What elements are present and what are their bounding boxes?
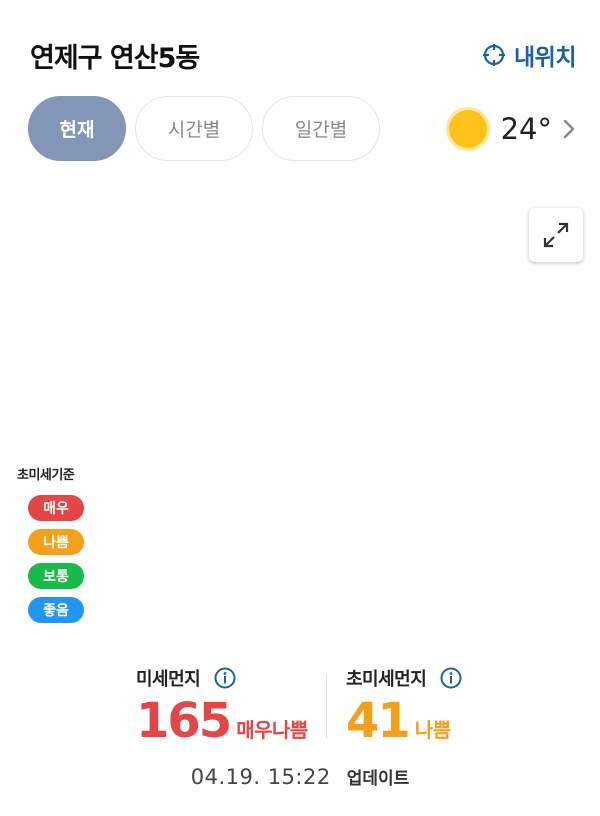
update-label: 업데이트 bbox=[346, 769, 410, 789]
chevron-right-icon bbox=[563, 119, 575, 139]
pm-legend: 초미세기준 매우 나쁨 보통 좋음 bbox=[17, 464, 99, 631]
expand-map-button[interactable] bbox=[529, 208, 583, 262]
crosshair-icon bbox=[483, 44, 506, 66]
pm25-block: 초미세먼지 41 나쁨 bbox=[346, 664, 462, 748]
pm10-label: 미세먼지 bbox=[136, 669, 201, 690]
info-icon[interactable] bbox=[214, 667, 236, 689]
my-location-label: 내위치 bbox=[514, 45, 576, 71]
legend-very-bad: 매우 bbox=[28, 495, 84, 521]
pm25-label: 초미세먼지 bbox=[346, 669, 427, 690]
my-location-button[interactable]: 내위치 bbox=[482, 38, 576, 72]
tab-bar: 현재 시간별 일간별 bbox=[28, 96, 380, 161]
pm25-grade: 나쁨 bbox=[414, 718, 451, 742]
pm10-value: 165 bbox=[136, 693, 232, 749]
tab-daily[interactable]: 일간별 bbox=[262, 96, 380, 161]
pm10-block: 미세먼지 165 매우나쁨 bbox=[136, 664, 308, 748]
location-title: 연제구 연산5동 bbox=[30, 43, 200, 74]
sun-icon bbox=[448, 110, 487, 148]
legend-normal: 보통 bbox=[28, 563, 84, 589]
update-info: 04.19. 15:22 업데이트 bbox=[0, 764, 600, 789]
dust-panel: 미세먼지 165 매우나쁨 초미세먼지 41 나쁨 bbox=[0, 664, 600, 748]
weather-summary[interactable]: 24° bbox=[448, 110, 576, 148]
divider bbox=[326, 674, 327, 738]
info-icon[interactable] bbox=[440, 667, 462, 689]
tab-current[interactable]: 현재 bbox=[28, 96, 126, 161]
tab-hourly[interactable]: 시간별 bbox=[135, 96, 253, 161]
legend-title: 초미세기준 bbox=[17, 468, 75, 483]
pm10-grade: 매우나쁨 bbox=[236, 718, 308, 742]
legend-bad: 나쁨 bbox=[28, 529, 84, 555]
pm25-value: 41 bbox=[346, 693, 411, 749]
expand-icon bbox=[543, 222, 569, 248]
temperature: 24° bbox=[500, 112, 552, 146]
header: 연제구 연산5동 내위치 bbox=[30, 36, 576, 76]
legend-good: 좋음 bbox=[28, 597, 84, 623]
update-time: 04.19. 15:22 bbox=[190, 765, 331, 789]
